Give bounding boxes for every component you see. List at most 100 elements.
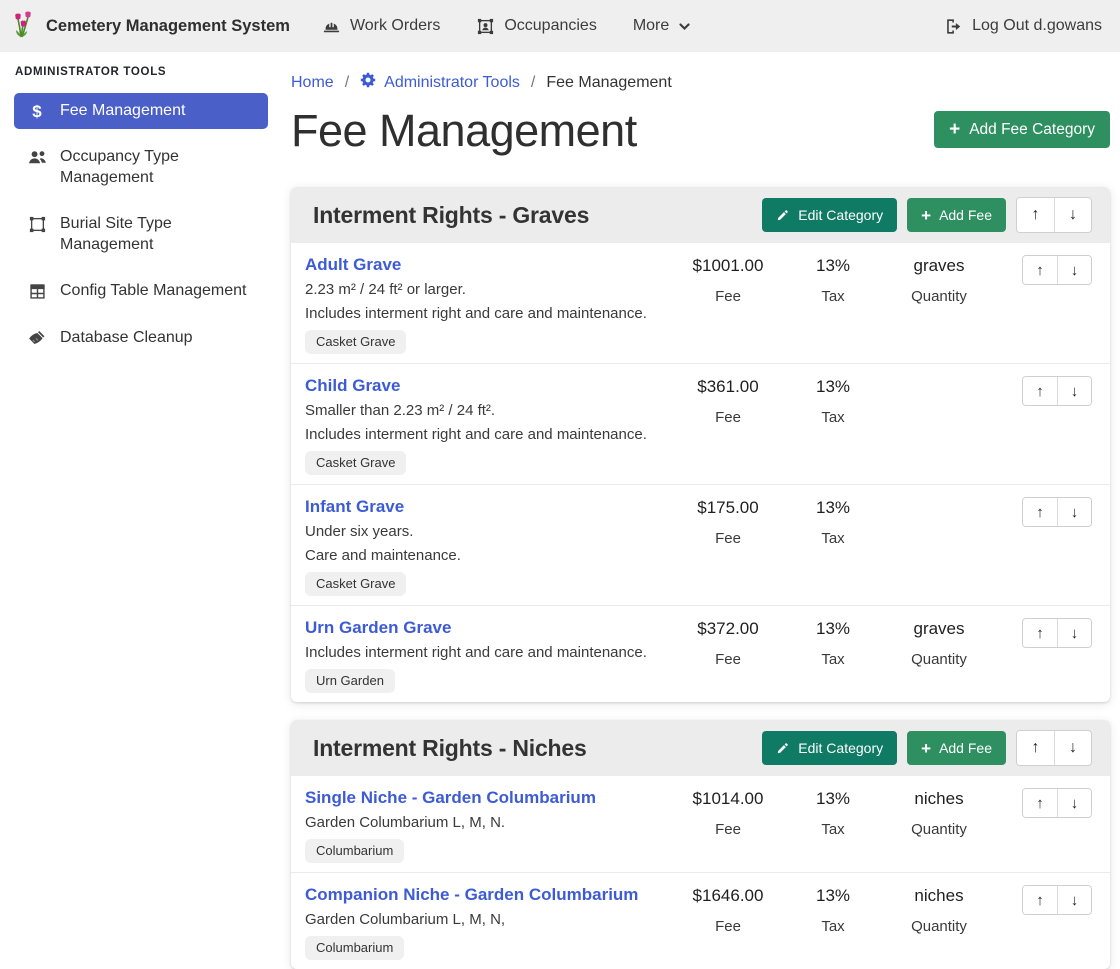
fee-name-link[interactable]: Child Grave bbox=[305, 376, 400, 396]
nav-occupancies[interactable]: Occupancies bbox=[476, 17, 597, 36]
gear-icon bbox=[360, 72, 376, 93]
fee-tax-value: 13% bbox=[788, 886, 878, 906]
fee-quantity-label: Quantity bbox=[878, 918, 1000, 935]
fee-amount-value: $361.00 bbox=[668, 377, 788, 397]
move-fee-down-button[interactable]: ↓ bbox=[1057, 789, 1091, 817]
move-fee-up-button[interactable]: ↑ bbox=[1023, 789, 1057, 817]
nav-work-orders[interactable]: Work Orders bbox=[322, 17, 440, 36]
category-header: Interment Rights - Niches Edit Category … bbox=[291, 720, 1110, 776]
fee-row: Child Grave Smaller than 2.23 m² / 24 ft… bbox=[291, 363, 1110, 484]
logout-label: Log Out d.gowans bbox=[972, 17, 1102, 35]
fee-category-card: Interment Rights - Graves Edit Category … bbox=[291, 187, 1110, 702]
add-fee-category-button[interactable]: + Add Fee Category bbox=[934, 111, 1110, 148]
fee-name-link[interactable]: Adult Grave bbox=[305, 255, 401, 275]
fee-amount-value: $1014.00 bbox=[668, 789, 788, 809]
fee-reorder-group: ↑ ↓ bbox=[1022, 885, 1092, 915]
fee-type-badge: Casket Grave bbox=[305, 451, 406, 475]
main-content: Home / Administrator Tools / Fee Managem… bbox=[280, 52, 1120, 939]
fee-row: Single Niche - Garden Columbarium Garden… bbox=[291, 776, 1110, 872]
fee-tax-column: 13% Tax bbox=[788, 618, 878, 693]
top-navbar: Cemetery Management System Work Orders bbox=[0, 0, 1120, 52]
nav-more-label: More bbox=[633, 17, 669, 35]
fee-amount-value: $1646.00 bbox=[668, 886, 788, 906]
edit-category-button[interactable]: Edit Category bbox=[762, 731, 897, 765]
move-category-down-button[interactable]: ↓ bbox=[1054, 731, 1091, 765]
person-frame-icon bbox=[476, 17, 495, 36]
move-fee-down-button[interactable]: ↓ bbox=[1057, 498, 1091, 526]
sidebar-item-config-table-management[interactable]: Config Table Management bbox=[14, 273, 268, 309]
nav-work-orders-label: Work Orders bbox=[350, 17, 440, 35]
fee-reorder-group: ↑ ↓ bbox=[1022, 497, 1092, 527]
pencil-icon bbox=[776, 741, 790, 755]
add-fee-button[interactable]: + Add Fee bbox=[907, 198, 1006, 232]
fee-tax-value: 13% bbox=[788, 619, 878, 639]
breadcrumb-admin-tools-link[interactable]: Administrator Tools bbox=[360, 72, 520, 93]
fee-name-link[interactable]: Urn Garden Grave bbox=[305, 618, 451, 638]
move-fee-up-button[interactable]: ↑ bbox=[1023, 886, 1057, 914]
sidebar-item-occupancy-type-management[interactable]: Occupancy Type Management bbox=[14, 139, 268, 196]
move-fee-down-button[interactable]: ↓ bbox=[1057, 256, 1091, 284]
sidebar-item-label: Config Table Management bbox=[60, 281, 247, 301]
fee-name-link[interactable]: Infant Grave bbox=[305, 497, 404, 517]
move-fee-down-button[interactable]: ↓ bbox=[1057, 619, 1091, 647]
fee-quantity-column: niches Quantity bbox=[878, 788, 1000, 863]
fee-reorder-group: ↑ ↓ bbox=[1022, 376, 1092, 406]
fee-reorder-group: ↑ ↓ bbox=[1022, 788, 1092, 818]
fee-amount-label: Fee bbox=[668, 821, 788, 838]
move-fee-down-button[interactable]: ↓ bbox=[1057, 886, 1091, 914]
add-fee-label: Add Fee bbox=[939, 740, 992, 756]
fee-amount-label: Fee bbox=[668, 651, 788, 668]
fee-amount-label: Fee bbox=[668, 918, 788, 935]
sidebar-item-burial-site-type-management[interactable]: Burial Site Type Management bbox=[14, 206, 268, 263]
app-title: Cemetery Management System bbox=[46, 17, 290, 36]
fee-quantity-column: graves Quantity bbox=[878, 255, 1000, 354]
move-category-up-button[interactable]: ↑ bbox=[1017, 731, 1054, 765]
fee-amount-column: $361.00 Fee bbox=[668, 376, 788, 475]
sidebar-item-fee-management[interactable]: $ Fee Management bbox=[14, 93, 268, 129]
fee-tax-column: 13% Tax bbox=[788, 788, 878, 863]
move-fee-up-button[interactable]: ↑ bbox=[1023, 619, 1057, 647]
move-fee-up-button[interactable]: ↑ bbox=[1023, 377, 1057, 405]
app-brand[interactable]: Cemetery Management System bbox=[12, 10, 290, 43]
breadcrumb-home-link[interactable]: Home bbox=[291, 74, 334, 92]
plus-icon: + bbox=[921, 740, 931, 757]
fee-tax-column: 13% Tax bbox=[788, 497, 878, 596]
category-title: Interment Rights - Niches bbox=[313, 735, 587, 762]
add-fee-button[interactable]: + Add Fee bbox=[907, 731, 1006, 765]
edit-category-button[interactable]: Edit Category bbox=[762, 198, 897, 232]
navbar-links: Work Orders Occupancies More bbox=[322, 17, 691, 36]
fee-tax-value: 13% bbox=[788, 256, 878, 276]
sidebar-item-label: Database Cleanup bbox=[60, 328, 193, 348]
fee-quantity-value: niches bbox=[878, 789, 1000, 809]
fee-row: Urn Garden Grave Includes interment righ… bbox=[291, 605, 1110, 702]
move-category-down-button[interactable]: ↓ bbox=[1054, 198, 1091, 232]
fee-amount-column: $1001.00 Fee bbox=[668, 255, 788, 354]
nav-occupancies-label: Occupancies bbox=[504, 17, 597, 35]
nav-more[interactable]: More bbox=[633, 17, 691, 35]
move-fee-down-button[interactable]: ↓ bbox=[1057, 377, 1091, 405]
fee-quantity-column bbox=[878, 497, 1000, 596]
fee-list: Adult Grave 2.23 m² / 24 ft² or larger. I… bbox=[291, 243, 1110, 702]
fee-tax-column: 13% Tax bbox=[788, 376, 878, 475]
move-category-up-button[interactable]: ↑ bbox=[1017, 198, 1054, 232]
fee-tax-column: 13% Tax bbox=[788, 255, 878, 354]
logout-link[interactable]: Log Out d.gowans bbox=[944, 17, 1102, 36]
fee-amount-value: $175.00 bbox=[668, 498, 788, 518]
fee-type-badge: Columbarium bbox=[305, 839, 404, 863]
sidebar-item-database-cleanup[interactable]: Database Cleanup bbox=[14, 320, 268, 356]
fee-tax-value: 13% bbox=[788, 498, 878, 518]
fee-tax-value: 13% bbox=[788, 377, 878, 397]
fee-type-badge: Urn Garden bbox=[305, 669, 395, 693]
fee-name-link[interactable]: Companion Niche - Garden Columbarium bbox=[305, 885, 638, 905]
vector-square-icon bbox=[26, 215, 48, 234]
fee-amount-column: $175.00 Fee bbox=[668, 497, 788, 596]
move-fee-up-button[interactable]: ↑ bbox=[1023, 498, 1057, 526]
hard-hat-icon bbox=[322, 17, 341, 36]
fee-tax-label: Tax bbox=[788, 288, 878, 305]
fee-description: 2.23 m² / 24 ft² or larger. bbox=[305, 281, 668, 298]
sidebar-item-label: Fee Management bbox=[60, 101, 185, 121]
move-fee-up-button[interactable]: ↑ bbox=[1023, 256, 1057, 284]
fee-quantity-value: graves bbox=[878, 256, 1000, 276]
category-reorder-group: ↑ ↓ bbox=[1016, 730, 1092, 766]
fee-name-link[interactable]: Single Niche - Garden Columbarium bbox=[305, 788, 596, 808]
